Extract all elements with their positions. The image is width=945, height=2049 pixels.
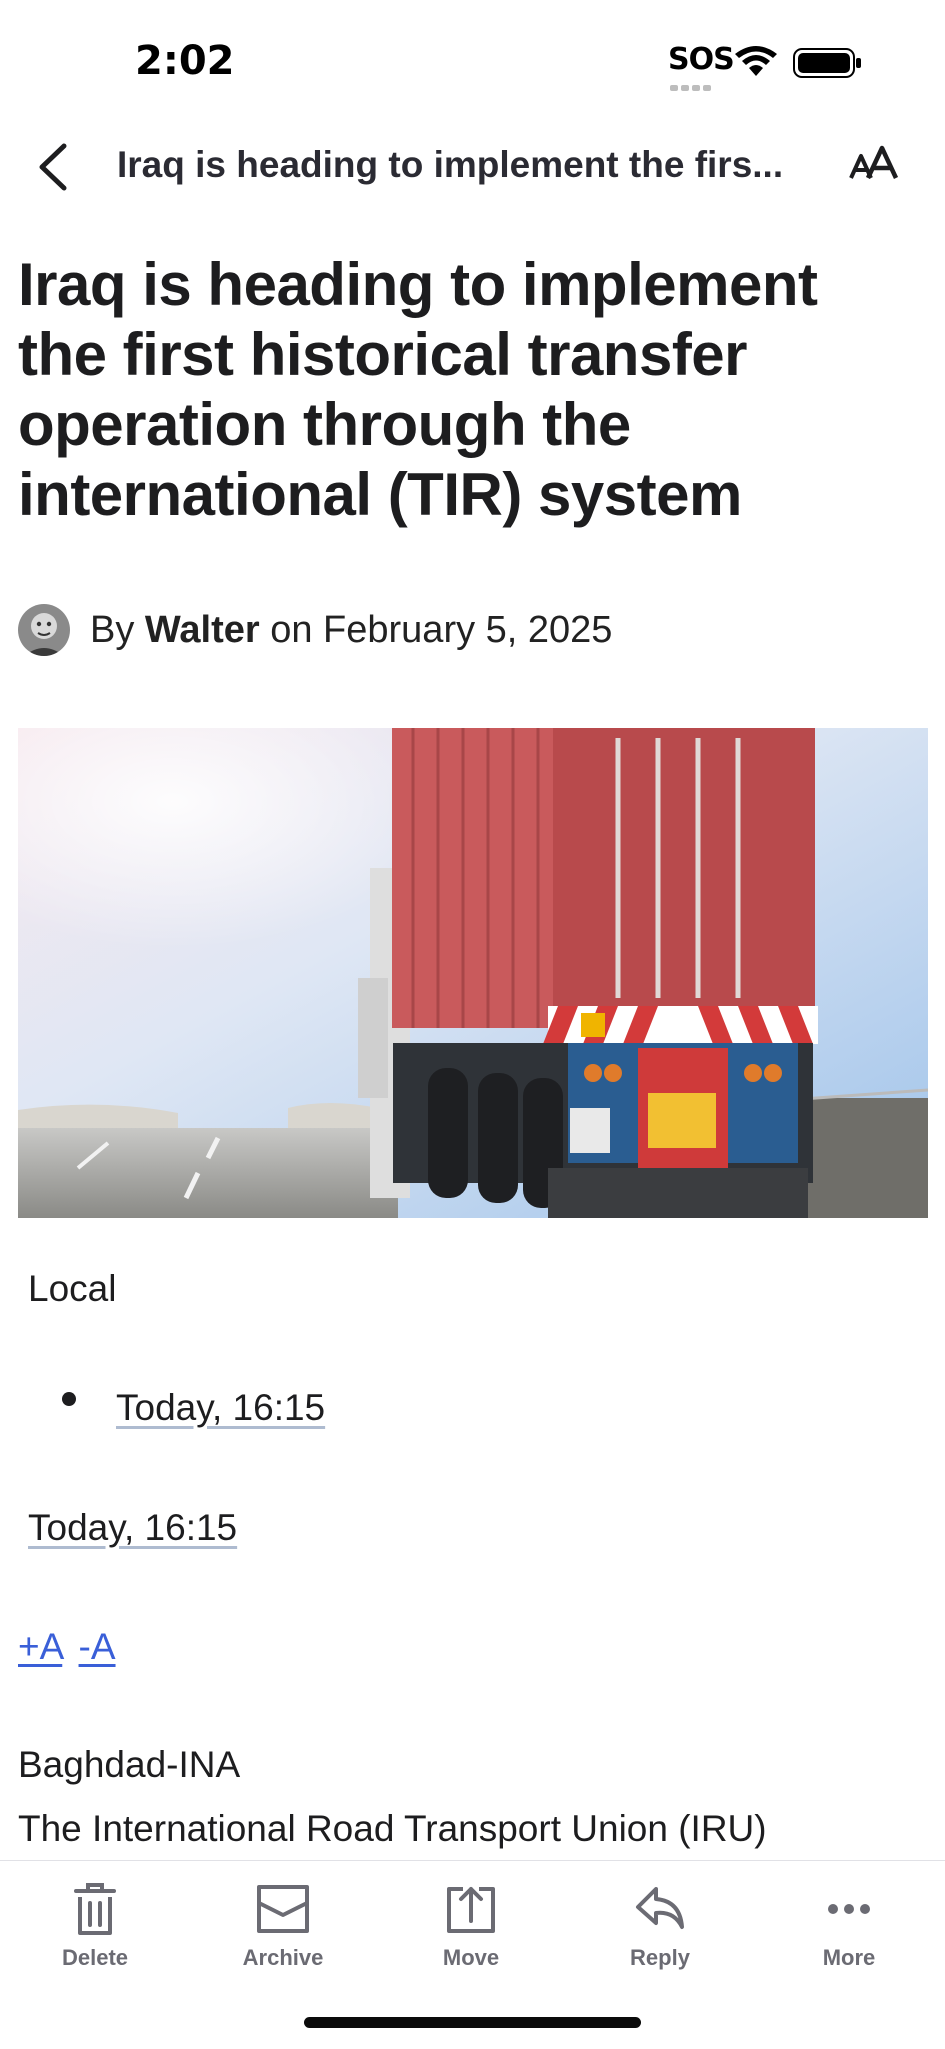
nav-title: Iraq is heading to implement the firs... <box>117 144 784 185</box>
back-chevron-icon[interactable] <box>30 140 80 194</box>
delete-label: Delete <box>61 1945 129 1970</box>
article-hero-image <box>18 728 928 1218</box>
archive-button[interactable]: Archive <box>208 1881 358 1971</box>
byline-author[interactable]: Walter <box>145 609 260 652</box>
delete-button[interactable]: Delete <box>20 1881 170 1971</box>
byline-prefix: By <box>90 608 135 651</box>
status-time: 2:02 <box>135 38 235 84</box>
font-decrease-link[interactable]: -A <box>79 1626 116 1667</box>
article-byline: By Walter on February 5, 2025 <box>18 602 612 658</box>
more-label: More <box>822 1945 876 1970</box>
wifi-icon <box>735 46 777 76</box>
bullet-dot <box>62 1392 76 1406</box>
more-dots-icon <box>828 1904 870 1914</box>
move-button[interactable]: Move <box>396 1881 546 1971</box>
sos-indicator: SOS <box>668 42 735 77</box>
more-button[interactable]: More <box>774 1881 924 1971</box>
archive-icon <box>257 1885 309 1933</box>
article-dateline: Baghdad-INA <box>18 1744 241 1785</box>
reply-label: Reply <box>630 1945 690 1970</box>
byline-date: on February 5, 2025 <box>270 608 613 651</box>
font-increase-link[interactable]: +A <box>18 1626 62 1667</box>
move-label: Move <box>442 1945 500 1970</box>
text-size-icon[interactable] <box>848 142 902 190</box>
author-avatar[interactable] <box>18 604 70 656</box>
status-bar: 2:02 SOS <box>0 0 945 110</box>
article-category: Local <box>28 1268 117 1309</box>
move-icon <box>447 1887 495 1933</box>
trash-icon <box>74 1883 116 1935</box>
nav-bar: Iraq is heading to implement the firs... <box>0 120 945 210</box>
home-indicator[interactable] <box>304 2017 641 2028</box>
signal-dots-icon <box>670 78 720 91</box>
battery-icon <box>793 48 861 78</box>
archive-label: Archive <box>242 1945 324 1970</box>
article-first-paragraph: The International Road Transport Union (… <box>18 1808 767 1849</box>
reply-button[interactable]: Reply <box>585 1881 735 1971</box>
article-headline: Iraq is heading to implement the first h… <box>18 251 818 528</box>
bullet-time-link[interactable]: Today, 16:15 <box>116 1387 325 1428</box>
time-link[interactable]: Today, 16:15 <box>28 1507 237 1548</box>
reply-icon <box>636 1887 684 1929</box>
